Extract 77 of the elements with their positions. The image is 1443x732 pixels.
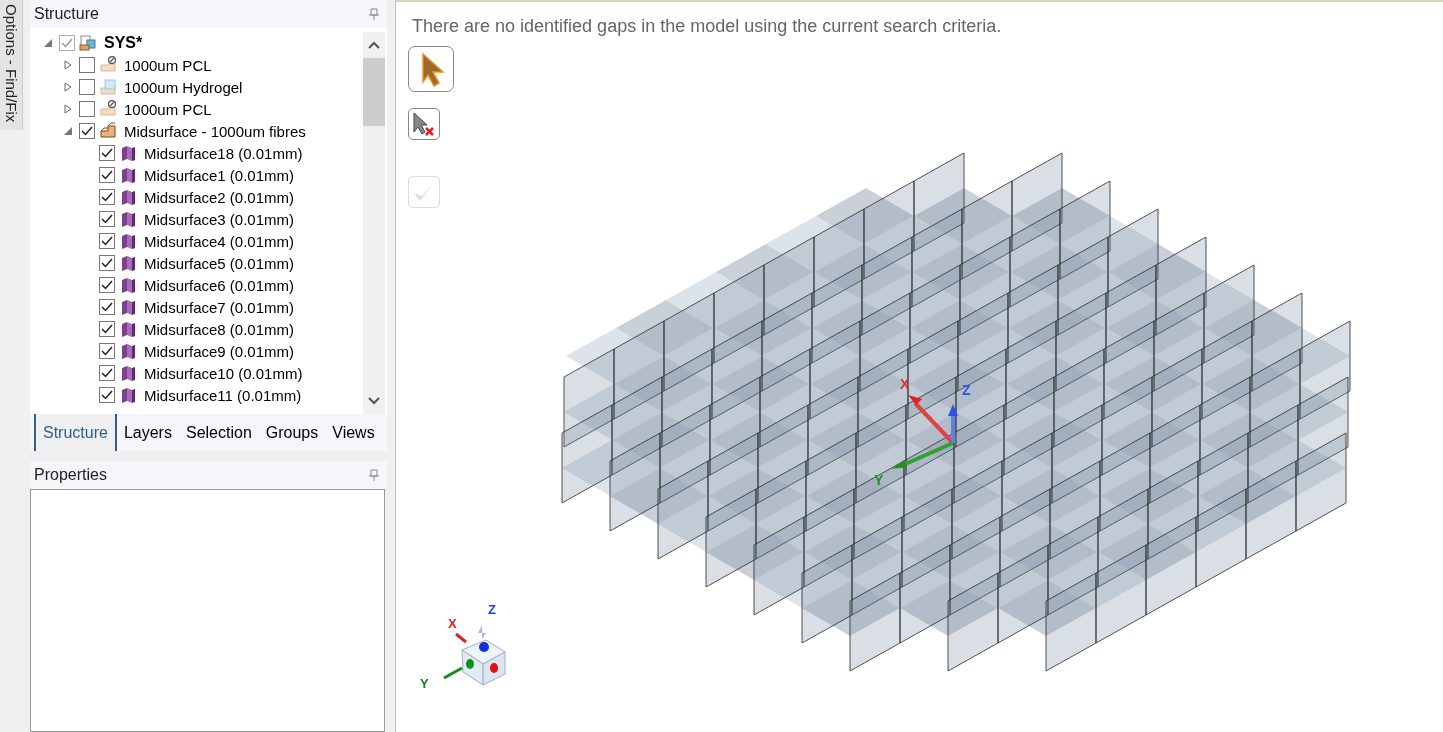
checkbox[interactable]	[99, 321, 115, 337]
surface-icon	[119, 320, 137, 338]
scroll-down-icon[interactable]	[368, 397, 380, 405]
expanded-arrow-icon[interactable]	[63, 126, 73, 136]
tree-item-label[interactable]: Midsurface5 (0.01mm)	[144, 254, 295, 272]
surface-icon	[119, 166, 137, 184]
checkbox[interactable]	[99, 189, 115, 205]
tree-item-label[interactable]: Midsurface6 (0.01mm)	[144, 276, 295, 294]
body-icon	[99, 78, 117, 96]
scrollbar[interactable]	[363, 32, 385, 414]
hidden-body-icon	[99, 100, 117, 118]
collapsed-arrow-icon[interactable]	[63, 60, 73, 70]
checkbox[interactable]	[79, 123, 95, 139]
axis-label: X	[448, 616, 457, 631]
surface-icon	[119, 298, 137, 316]
panel-tab[interactable]: Groups	[258, 414, 326, 451]
checkbox[interactable]	[99, 299, 115, 315]
part-icon	[99, 122, 117, 140]
tree-item-label[interactable]: Midsurface18 (0.01mm)	[144, 144, 303, 162]
tree-item-label[interactable]: 1000um PCL	[124, 100, 212, 118]
checkbox[interactable]	[79, 57, 95, 73]
checkbox[interactable]	[99, 233, 115, 249]
pointer-cross-icon	[411, 111, 437, 137]
tree-item-label[interactable]: Midsurface7 (0.01mm)	[144, 298, 295, 316]
surface-icon	[119, 232, 137, 250]
pin-icon[interactable]	[369, 469, 379, 481]
tree-item-label[interactable]: Midsurface3 (0.01mm)	[144, 210, 295, 228]
panel-title: Structure	[34, 5, 99, 23]
tree-item-label[interactable]: SYS*	[104, 34, 143, 52]
axis-label: Z	[962, 382, 971, 398]
tree-item-label[interactable]: Midsurface9 (0.01mm)	[144, 342, 295, 360]
checkbox[interactable]	[79, 79, 95, 95]
axis-label: Y	[420, 676, 429, 691]
panel-tab[interactable]: Views	[325, 414, 382, 451]
checkbox[interactable]	[99, 343, 115, 359]
checkbox[interactable]	[99, 167, 115, 183]
tree-item-label[interactable]: Midsurface11 (0.01mm)	[144, 386, 302, 404]
tree-item-label[interactable]: Midsurface4 (0.01mm)	[144, 232, 295, 250]
tree-item-label[interactable]: Midsurface - 1000um fibres	[124, 122, 306, 140]
tree-item-label[interactable]: Midsurface10 (0.01mm)	[144, 364, 303, 382]
surface-icon	[119, 342, 137, 360]
axis-label: Z	[488, 602, 496, 617]
surface-icon	[119, 254, 137, 272]
tree-item-label[interactable]: 1000um PCL	[124, 56, 212, 74]
collapsed-arrow-icon[interactable]	[63, 104, 73, 114]
exclude-button[interactable]	[408, 108, 440, 140]
expanded-arrow-icon[interactable]	[43, 38, 53, 48]
status-message: There are no identified gaps in the model using the current search criteria.	[412, 16, 1002, 37]
checkbox[interactable]	[99, 211, 115, 227]
surface-icon	[119, 364, 137, 382]
checkbox[interactable]	[99, 145, 115, 161]
hidden-body-icon	[99, 56, 117, 74]
surface-icon	[119, 210, 137, 228]
scroll-up-icon[interactable]	[368, 41, 380, 49]
axis-label: Y	[874, 472, 884, 488]
checkbox[interactable]	[99, 387, 115, 403]
surface-icon	[119, 144, 137, 162]
tree-item-label[interactable]: Midsurface8 (0.01mm)	[144, 320, 295, 338]
checkbox[interactable]	[59, 35, 75, 51]
checkbox[interactable]	[99, 277, 115, 293]
panel-tab[interactable]: Structure	[34, 414, 117, 451]
surface-icon	[119, 386, 137, 404]
panel-tab[interactable]: Selection	[178, 414, 259, 451]
select-button[interactable]	[408, 46, 454, 92]
collapsed-arrow-icon[interactable]	[63, 82, 73, 92]
checkbox[interactable]	[99, 365, 115, 381]
tree-item-label[interactable]: Midsurface1 (0.01mm)	[144, 166, 295, 184]
tree-item-label[interactable]: 1000um Hydrogel	[124, 78, 243, 96]
checkbox[interactable]	[79, 101, 95, 117]
surface-icon	[119, 276, 137, 294]
scrollbar-thumb[interactable]	[363, 58, 385, 126]
surface-icon	[119, 188, 137, 206]
checkbox[interactable]	[99, 255, 115, 271]
panel-tab[interactable]: Layers	[116, 414, 179, 451]
panel-title: Properties	[34, 466, 107, 484]
tree-item-label[interactable]: Midsurface2 (0.01mm)	[144, 188, 295, 206]
pin-icon[interactable]	[369, 8, 379, 20]
